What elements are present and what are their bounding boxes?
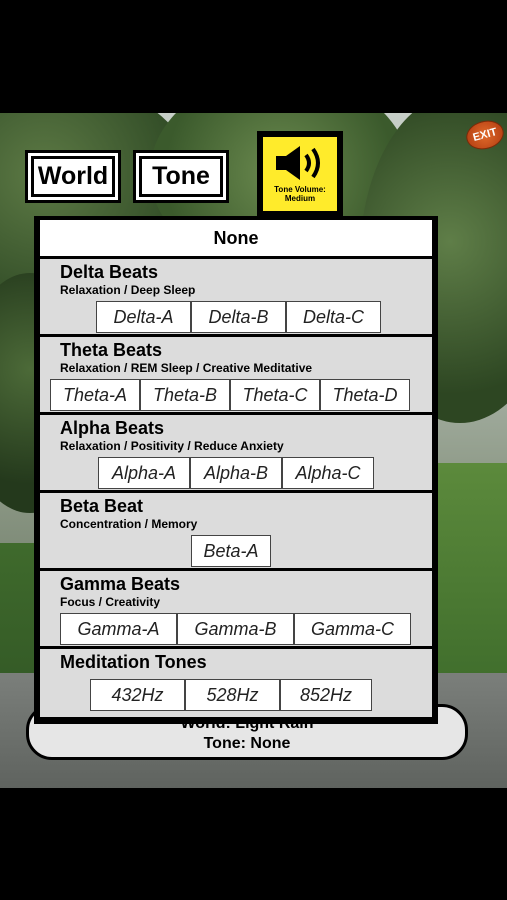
section-title: Beta Beat bbox=[60, 496, 144, 516]
option-alpha-a[interactable]: Alpha-A bbox=[98, 457, 190, 489]
tone-button[interactable]: Tone bbox=[139, 156, 223, 197]
option-theta-b[interactable]: Theta-B bbox=[140, 379, 230, 411]
option-gamma-b[interactable]: Gamma-B bbox=[177, 613, 294, 645]
section-subtitle: Focus / Creativity bbox=[60, 595, 161, 609]
option-gamma-c[interactable]: Gamma-C bbox=[294, 613, 411, 645]
option-delta-a[interactable]: Delta-A bbox=[96, 301, 191, 333]
option-alpha-c[interactable]: Alpha-C bbox=[282, 457, 374, 489]
option-theta-c[interactable]: Theta-C bbox=[230, 379, 320, 411]
section-theta: Theta Beats Relaxation / REM Sleep / Cre… bbox=[40, 337, 432, 412]
section-gamma: Gamma Beats Focus / Creativity Gamma-A G… bbox=[40, 571, 432, 646]
option-gamma-a[interactable]: Gamma-A bbox=[60, 613, 177, 645]
section-subtitle: Relaxation / Deep Sleep bbox=[60, 283, 196, 297]
speaker-icon bbox=[276, 146, 320, 180]
none-option[interactable]: None bbox=[40, 220, 432, 256]
section-alpha: Alpha Beats Relaxation / Positivity / Re… bbox=[40, 415, 432, 490]
section-subtitle: Concentration / Memory bbox=[60, 517, 198, 531]
tone-status: Tone: None bbox=[203, 735, 291, 752]
world-button[interactable]: World bbox=[31, 156, 115, 197]
section-delta: Delta Beats Relaxation / Deep Sleep Delt… bbox=[40, 259, 432, 334]
option-alpha-b[interactable]: Alpha-B bbox=[190, 457, 282, 489]
section-subtitle: Relaxation / Positivity / Reduce Anxiety bbox=[60, 439, 284, 453]
tone-menu-panel: None Delta Beats Relaxation / Deep Sleep… bbox=[34, 216, 438, 724]
option-delta-c[interactable]: Delta-C bbox=[286, 301, 381, 333]
section-beta: Beta Beat Concentration / Memory Beta-A bbox=[40, 493, 432, 568]
section-meditation: Meditation Tones 432Hz 528Hz 852Hz bbox=[40, 649, 432, 717]
section-title: Alpha Beats bbox=[60, 418, 165, 438]
option-theta-a[interactable]: Theta-A bbox=[50, 379, 140, 411]
option-beta-a[interactable]: Beta-A bbox=[191, 535, 271, 567]
section-title: Meditation Tones bbox=[60, 652, 207, 672]
section-title: Theta Beats bbox=[60, 340, 163, 360]
option-432hz[interactable]: 432Hz bbox=[90, 679, 185, 711]
tone-volume-label: Tone Volume: Medium bbox=[274, 185, 326, 203]
section-subtitle: Relaxation / REM Sleep / Creative Medita… bbox=[60, 361, 313, 375]
option-delta-b[interactable]: Delta-B bbox=[191, 301, 286, 333]
tone-volume-button[interactable]: Tone Volume: Medium bbox=[257, 131, 343, 217]
option-852hz[interactable]: 852Hz bbox=[280, 679, 372, 711]
section-title: Delta Beats bbox=[60, 262, 159, 282]
option-528hz[interactable]: 528Hz bbox=[185, 679, 280, 711]
option-theta-d[interactable]: Theta-D bbox=[320, 379, 410, 411]
section-title: Gamma Beats bbox=[60, 574, 181, 594]
